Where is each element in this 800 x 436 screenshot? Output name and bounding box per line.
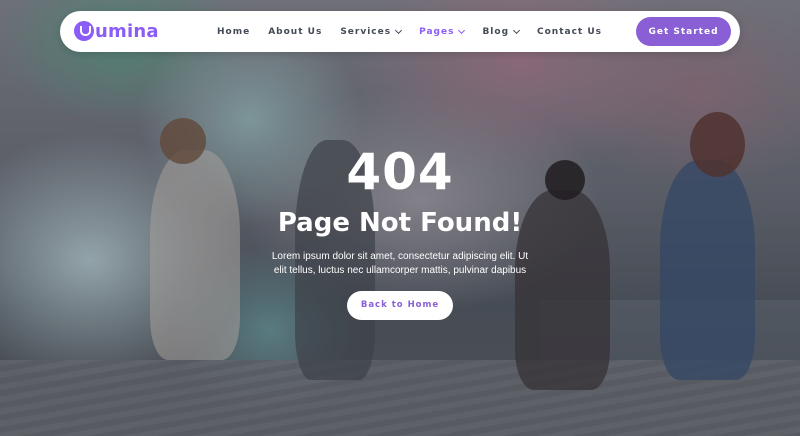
nav-item-contact-us[interactable]: Contact Us — [537, 27, 602, 37]
error-code: 404 — [346, 143, 454, 201]
nav-item-label: Contact Us — [537, 26, 603, 37]
nav-item-about-us[interactable]: About Us — [268, 27, 322, 37]
chevron-down-icon — [458, 26, 466, 34]
nav-item-services[interactable]: Services — [340, 26, 403, 37]
logo-icon — [74, 21, 94, 41]
nav-item-label: About Us — [268, 26, 323, 37]
top-navbar: umina Home About Us Services Pages Blog … — [60, 11, 740, 52]
brand-logo[interactable]: umina — [74, 19, 159, 43]
nav-item-label: Home — [217, 26, 251, 37]
nav-item-label: Blog — [482, 26, 510, 37]
page-title: Page Not Found! — [277, 208, 523, 238]
brand-name: umina — [95, 20, 159, 42]
nav-item-home[interactable]: Home — [217, 27, 250, 37]
nav-item-label: Services — [340, 26, 392, 37]
nav-item-pages[interactable]: Pages — [419, 26, 466, 37]
error-content: 404 Page Not Found! Lorem ipsum dolor si… — [0, 140, 800, 320]
nav-item-blog[interactable]: Blog — [482, 26, 521, 37]
main-menu: Home About Us Services Pages Blog Contac… — [217, 11, 620, 52]
chevron-down-icon — [395, 26, 403, 34]
nav-item-label: Pages — [419, 26, 455, 37]
chevron-down-icon — [512, 26, 521, 34]
back-to-home-button[interactable]: Back to Home — [347, 291, 453, 320]
error-description: Lorem ipsum dolor sit amet, consectetur … — [271, 251, 529, 276]
get-started-button[interactable]: Get Started — [636, 17, 731, 46]
